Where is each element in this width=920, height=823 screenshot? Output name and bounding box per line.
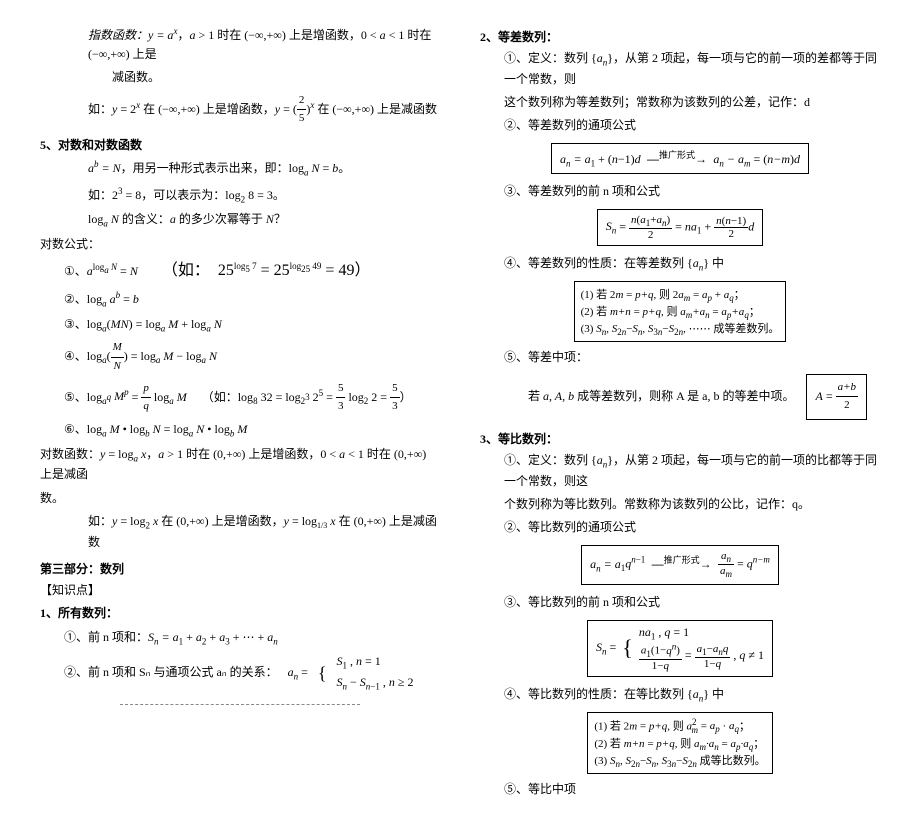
document-page: 指数函数：y = ax，a > 1 时在 (−∞,+∞) 上是增函数，0 < a… xyxy=(40,20,880,803)
geom-sum-formula: Sn = { na1 , q = 1 a1(1−qn)1−q = a1−anq1… xyxy=(480,618,880,679)
log-formula-2: ②、loga ab = b xyxy=(40,288,440,311)
left-column: 指数函数：y = ax，a > 1 时在 (−∞,+∞) 上是增函数，0 < a… xyxy=(40,20,440,803)
geom-def-cont: 个数列称为等比数列。常数称为该数列的公比，记作：q。 xyxy=(480,495,880,514)
geom-prop-box: (1) 若 2m = p+q, 则 a2m = ap · aq； (2) 若 m… xyxy=(480,712,880,774)
right-column: 2、等差数列： ①、定义：数列 {an}，从第 2 项起，每一项与它的前一项的差… xyxy=(480,20,880,803)
arith-general-formula: an = a1 + (n−1)d —推广形式→ an − am = (n−m)d xyxy=(480,141,880,175)
part-3-title: 第三部分：数列 xyxy=(40,560,440,577)
arith-def: ①、定义：数列 {an}，从第 2 项起，每一项与它的前一项的差都等于同一个常数… xyxy=(480,49,880,89)
arith-sum-label: ③、等差数列的前 n 项和公式 xyxy=(480,182,880,201)
divider xyxy=(120,704,360,705)
section-5-title: 5、对数和对数函数 xyxy=(40,136,440,153)
seq-1-title: 1、所有数列： xyxy=(40,604,440,623)
log-def-2: 如：23 = 8，可以表示为：log2 8 = 3。 xyxy=(40,184,440,207)
geom-general-label: ②、等比数列的通项公式 xyxy=(480,518,880,537)
log-formula-4: ④、loga(MN) = loga M − loga N xyxy=(40,339,440,375)
log-fun-example: 如：y = log2 x 在 (0,+∞) 上是增函数，y = log1/3 x… xyxy=(40,512,440,552)
geom-def: ①、定义：数列 {an}，从第 2 项起，每一项与它的前一项的比都等于同一个常数… xyxy=(480,451,880,491)
seq-1-relation: ②、前 n 项和 Sₙ 与通项公式 aₙ 的关系： an = { S1 , n … xyxy=(40,652,440,694)
log-formula-header: 对数公式： xyxy=(40,235,440,254)
log-def-1: ab = N，用另一种形式表示出来，即：loga N = b。 xyxy=(40,157,440,180)
log-def-3: loga N 的含义：a 的多少次幂等于 N？ xyxy=(40,210,440,231)
section-2-title: 2、等差数列： xyxy=(480,28,880,45)
exp-fun-example: 如：y = 2x 在 (−∞,+∞) 上是增函数，y = (25)x 在 (−∞… xyxy=(40,92,440,128)
exp-fun-desc-cont: 减函数。 xyxy=(40,68,440,87)
arith-sum-formula: Sn = n(a1+an)2 = na1 + n(n−1)2d xyxy=(480,207,880,248)
arith-prop-box: (1) 若 2m = p+q, 则 2am = ap + aq； (2) 若 m… xyxy=(480,281,880,343)
geom-sum-label: ③、等比数列的前 n 项和公式 xyxy=(480,593,880,612)
geom-mid-label: ⑤、等比中项 xyxy=(480,780,880,799)
seq-1-relation-label: ②、前 n 项和 Sₙ 与通项公式 aₙ 的关系： xyxy=(64,663,278,682)
log-fun-desc: 对数函数：y = loga x，a > 1 时在 (0,+∞) 上是增函数，0 … xyxy=(40,445,440,485)
knowledge-label: 【知识点】 xyxy=(40,581,440,600)
section-3-title: 3、等比数列： xyxy=(480,430,880,447)
seq-1-sum: ①、前 n 项和：Sn = a1 + a2 + a3 + ⋯ + an xyxy=(40,628,440,649)
geom-prop-label: ④、等比数列的性质：在等比数列 {an} 中 xyxy=(480,685,880,706)
arith-mid-label: ⑤、等差中项： xyxy=(480,348,880,367)
arith-mid-text: 若 a, A, b 成等差数列，则称 A 是 a, b 的等差中项。 A = a… xyxy=(480,372,880,422)
log-fun-desc-cont: 数。 xyxy=(40,489,440,508)
arith-general-label: ②、等差数列的通项公式 xyxy=(480,116,880,135)
exp-fun-desc: 指数函数：y = ax，a > 1 时在 (−∞,+∞) 上是增函数，0 < a… xyxy=(40,24,440,64)
log-formula-6: ⑥、loga M • logb N = loga N • logb M xyxy=(40,420,440,441)
log-formula-1: ①、aloga N = N （如： 25log5 7 = 25log25 49 … xyxy=(40,258,440,284)
arith-def-cont: 这个数列称为等差数列；常数称为该数列的公差，记作：d xyxy=(480,93,880,112)
arith-prop-label: ④、等差数列的性质：在等差数列 {an} 中 xyxy=(480,254,880,275)
log-formula-5: ⑤、logaq Mp = pq loga M （如：log8 32 = log2… xyxy=(40,380,440,416)
geom-general-formula: an = a1qn−1 —推广形式→ anam = qn−m xyxy=(480,543,880,586)
log-formula-3: ③、loga(MN) = loga M + loga N xyxy=(40,315,440,336)
